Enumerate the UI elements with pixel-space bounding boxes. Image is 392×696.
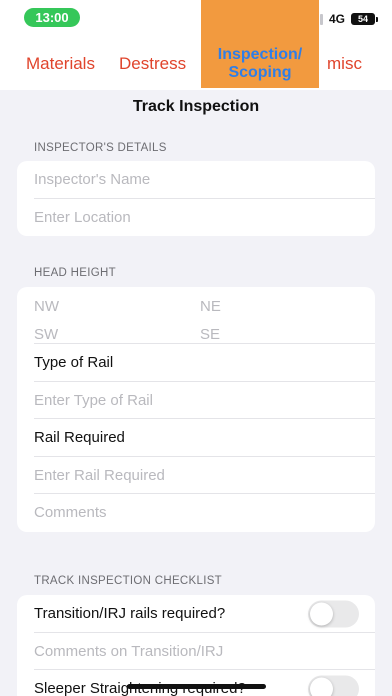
- checklist-header: TRACK INSPECTION CHECKLIST: [34, 575, 222, 587]
- network-type: 4G: [328, 12, 345, 26]
- inspector-name-placeholder: Inspector's Name: [34, 171, 151, 189]
- head-height-grid: NW NE SW SE: [17, 287, 375, 344]
- type-of-rail-field[interactable]: Enter Type of Rail: [17, 382, 375, 420]
- comments-placeholder: Comments: [34, 504, 107, 522]
- transition-label: Transition/IRJ rails required?: [34, 605, 226, 623]
- toggle-knob: [310, 602, 333, 626]
- rail-required-label: Rail Required: [34, 429, 125, 447]
- head-height-header: HEAD HEIGHT: [34, 267, 116, 279]
- location-placeholder: Enter Location: [34, 208, 131, 226]
- se-field[interactable]: SE: [200, 326, 220, 343]
- inspector-details-header: INSPECTOR'S DETAILS: [34, 142, 167, 154]
- type-of-rail-row: Type of Rail: [17, 344, 375, 382]
- sw-field[interactable]: SW: [34, 326, 58, 343]
- transition-row: Transition/IRJ rails required?: [17, 595, 375, 633]
- tab-materials[interactable]: Materials: [26, 54, 95, 74]
- tab-inspection-scoping[interactable]: Inspection/ Scoping: [201, 0, 319, 88]
- toggle-knob: [310, 677, 333, 696]
- nw-field[interactable]: NW: [34, 298, 59, 315]
- rail-required-field[interactable]: Enter Rail Required: [17, 457, 375, 495]
- checklist-card: Transition/IRJ rails required? Comments …: [17, 595, 375, 696]
- battery-icon: 54: [351, 13, 378, 25]
- inspector-details-card: Inspector's Name Enter Location: [17, 161, 375, 236]
- top-bar: 13:00 4G 54 Materials Destress Inspectio…: [0, 0, 392, 90]
- sleeper-toggle[interactable]: [308, 675, 359, 696]
- tab-destress[interactable]: Destress: [119, 54, 186, 74]
- ne-field[interactable]: NE: [200, 298, 221, 315]
- rail-required-placeholder: Enter Rail Required: [34, 466, 165, 484]
- type-of-rail-label: Type of Rail: [34, 354, 114, 372]
- inspector-name-field[interactable]: Inspector's Name: [17, 161, 375, 199]
- tab-inspection-scoping-label: Inspection/ Scoping: [217, 46, 303, 81]
- status-time: 13:00: [24, 8, 80, 27]
- page-title: Track Inspection: [132, 98, 260, 115]
- sleeper-row: Sleeper Straightening required?: [17, 670, 375, 696]
- comments-field[interactable]: Comments: [17, 494, 375, 532]
- transition-toggle[interactable]: [308, 600, 359, 628]
- transition-comments-field[interactable]: Comments on Transition/IRJ: [17, 633, 375, 671]
- head-height-card: NW NE SW SE Type of Rail Enter Type of R…: [17, 287, 375, 532]
- rail-required-row: Rail Required: [17, 419, 375, 457]
- location-field[interactable]: Enter Location: [17, 199, 375, 237]
- transition-comments-placeholder: Comments on Transition/IRJ: [34, 642, 224, 660]
- tab-misc[interactable]: misc: [327, 54, 362, 74]
- type-of-rail-placeholder: Enter Type of Rail: [34, 391, 153, 409]
- battery-level: 54: [351, 13, 375, 25]
- home-indicator[interactable]: [127, 684, 266, 689]
